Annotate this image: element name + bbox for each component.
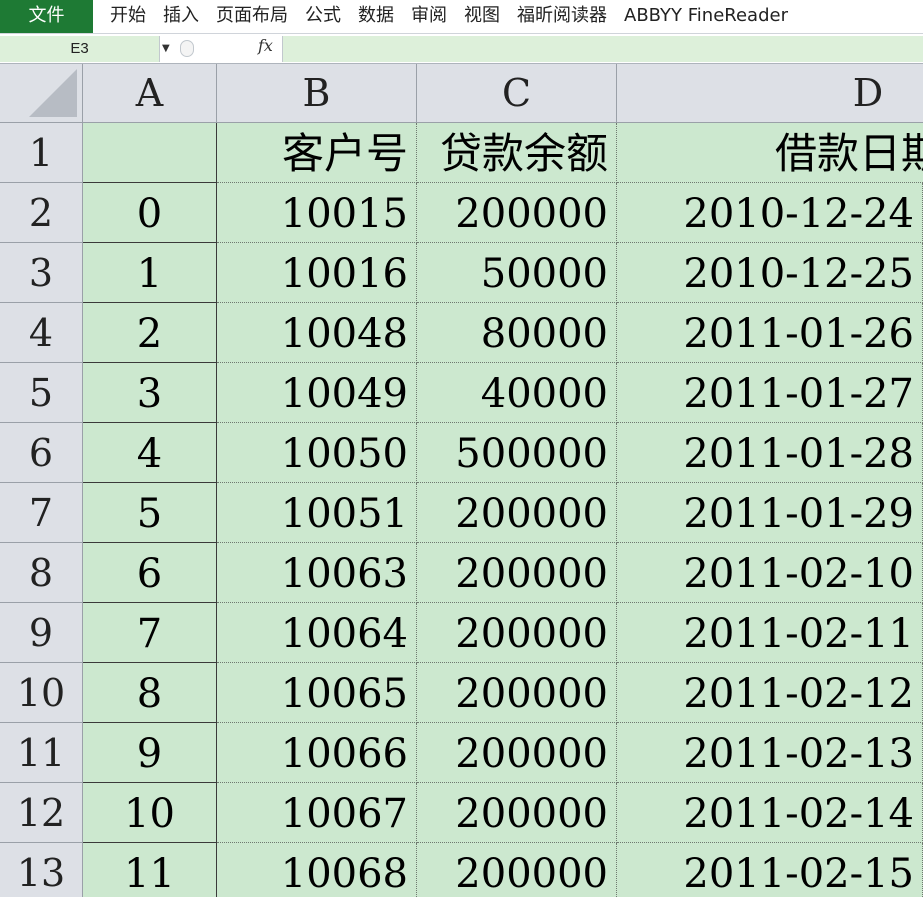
row-header[interactable]: 1 [0, 123, 83, 183]
fx-icon[interactable]: fx [258, 36, 273, 55]
cell-b1[interactable]: 客户号 [217, 123, 417, 183]
column-header-d[interactable]: D [617, 64, 923, 123]
cell-b[interactable]: 10050 [217, 423, 417, 483]
row-header[interactable]: 12 [0, 783, 83, 843]
row-header[interactable]: 5 [0, 363, 83, 423]
cell-a[interactable]: 7 [83, 603, 217, 663]
cell-c[interactable]: 200000 [417, 843, 617, 897]
cell-d[interactable]: 2011-02-14 [617, 783, 923, 843]
cell-c[interactable]: 200000 [417, 783, 617, 843]
name-box[interactable]: E3 [0, 36, 160, 62]
tab-insert[interactable]: 插入 [146, 0, 199, 33]
row-header[interactable]: 13 [0, 843, 83, 897]
cell-b[interactable]: 10065 [217, 663, 417, 723]
formula-bar: E3 ▼ fx [0, 33, 923, 64]
tab-data[interactable]: 数据 [341, 0, 394, 33]
select-all-triangle-icon [29, 69, 77, 117]
cell-d[interactable]: 2011-01-27 [617, 363, 923, 423]
worksheet-grid: A B C D 1客户号贷款余额借款日期20100152000002010-12… [0, 64, 923, 897]
ribbon-tab-bar: 文件 开始 插入 页面布局 公式 数据 审阅 视图 福昕阅读器 ABBYY FineReader [0, 0, 923, 33]
cell-d[interactable]: 2010-12-25 [617, 243, 923, 303]
cell-d1[interactable]: 借款日期 [617, 123, 923, 183]
cell-b[interactable]: 10067 [217, 783, 417, 843]
cell-d[interactable]: 2011-02-11 [617, 603, 923, 663]
cell-d[interactable]: 2010-12-24 [617, 183, 923, 243]
select-all-button[interactable] [0, 64, 83, 123]
cell-b[interactable]: 10068 [217, 843, 417, 897]
row-header[interactable]: 9 [0, 603, 83, 663]
tab-home[interactable]: 开始 [93, 0, 146, 33]
cell-a[interactable]: 3 [83, 363, 217, 423]
row-header[interactable]: 3 [0, 243, 83, 303]
cell-c[interactable]: 200000 [417, 723, 617, 783]
cell-b[interactable]: 10015 [217, 183, 417, 243]
row-header[interactable]: 7 [0, 483, 83, 543]
cell-b[interactable]: 10016 [217, 243, 417, 303]
formula-bar-resize-handle[interactable] [180, 40, 194, 57]
cell-c[interactable]: 200000 [417, 603, 617, 663]
cell-a1[interactable] [83, 123, 217, 183]
cell-b[interactable]: 10063 [217, 543, 417, 603]
cell-c1[interactable]: 贷款余额 [417, 123, 617, 183]
cell-c[interactable]: 500000 [417, 423, 617, 483]
cell-a[interactable]: 6 [83, 543, 217, 603]
tab-view[interactable]: 视图 [447, 0, 500, 33]
column-header-c[interactable]: C [417, 64, 617, 123]
cell-b[interactable]: 10066 [217, 723, 417, 783]
row-header[interactable]: 8 [0, 543, 83, 603]
cell-d[interactable]: 2011-02-15 [617, 843, 923, 897]
cell-a[interactable]: 11 [83, 843, 217, 897]
tab-formulas[interactable]: 公式 [288, 0, 341, 33]
row-header[interactable]: 4 [0, 303, 83, 363]
cell-a[interactable]: 9 [83, 723, 217, 783]
cell-a[interactable]: 8 [83, 663, 217, 723]
column-header-a[interactable]: A [83, 64, 217, 123]
cell-d[interactable]: 2011-02-13 [617, 723, 923, 783]
chevron-down-icon[interactable]: ▼ [162, 43, 170, 54]
cell-b[interactable]: 10064 [217, 603, 417, 663]
cell-d[interactable]: 2011-02-12 [617, 663, 923, 723]
row-header[interactable]: 11 [0, 723, 83, 783]
cell-c[interactable]: 200000 [417, 543, 617, 603]
cell-b[interactable]: 10048 [217, 303, 417, 363]
cell-c[interactable]: 200000 [417, 663, 617, 723]
tab-review[interactable]: 审阅 [394, 0, 447, 33]
tab-file[interactable]: 文件 [0, 0, 93, 33]
cell-c[interactable]: 200000 [417, 483, 617, 543]
cell-b[interactable]: 10051 [217, 483, 417, 543]
cell-a[interactable]: 5 [83, 483, 217, 543]
cell-c[interactable]: 50000 [417, 243, 617, 303]
tab-abbyy-finereader[interactable]: ABBYY FineReader [607, 0, 788, 33]
formula-input[interactable] [282, 36, 923, 62]
cell-c[interactable]: 80000 [417, 303, 617, 363]
cell-a[interactable]: 2 [83, 303, 217, 363]
ribbon-tabs: 开始 插入 页面布局 公式 数据 审阅 视图 福昕阅读器 ABBYY FineReader [93, 0, 788, 33]
tab-foxit-reader[interactable]: 福昕阅读器 [500, 0, 607, 33]
cell-a[interactable]: 1 [83, 243, 217, 303]
column-header-b[interactable]: B [217, 64, 417, 123]
cell-c[interactable]: 200000 [417, 183, 617, 243]
cell-c[interactable]: 40000 [417, 363, 617, 423]
cell-b[interactable]: 10049 [217, 363, 417, 423]
cell-d[interactable]: 2011-02-10 [617, 543, 923, 603]
row-header[interactable]: 2 [0, 183, 83, 243]
cell-d[interactable]: 2011-01-26 [617, 303, 923, 363]
cell-a[interactable]: 0 [83, 183, 217, 243]
cell-d[interactable]: 2011-01-29 [617, 483, 923, 543]
tab-page-layout[interactable]: 页面布局 [199, 0, 288, 33]
row-header[interactable]: 6 [0, 423, 83, 483]
cell-a[interactable]: 4 [83, 423, 217, 483]
cell-a[interactable]: 10 [83, 783, 217, 843]
cell-d[interactable]: 2011-01-28 [617, 423, 923, 483]
row-header[interactable]: 10 [0, 663, 83, 723]
